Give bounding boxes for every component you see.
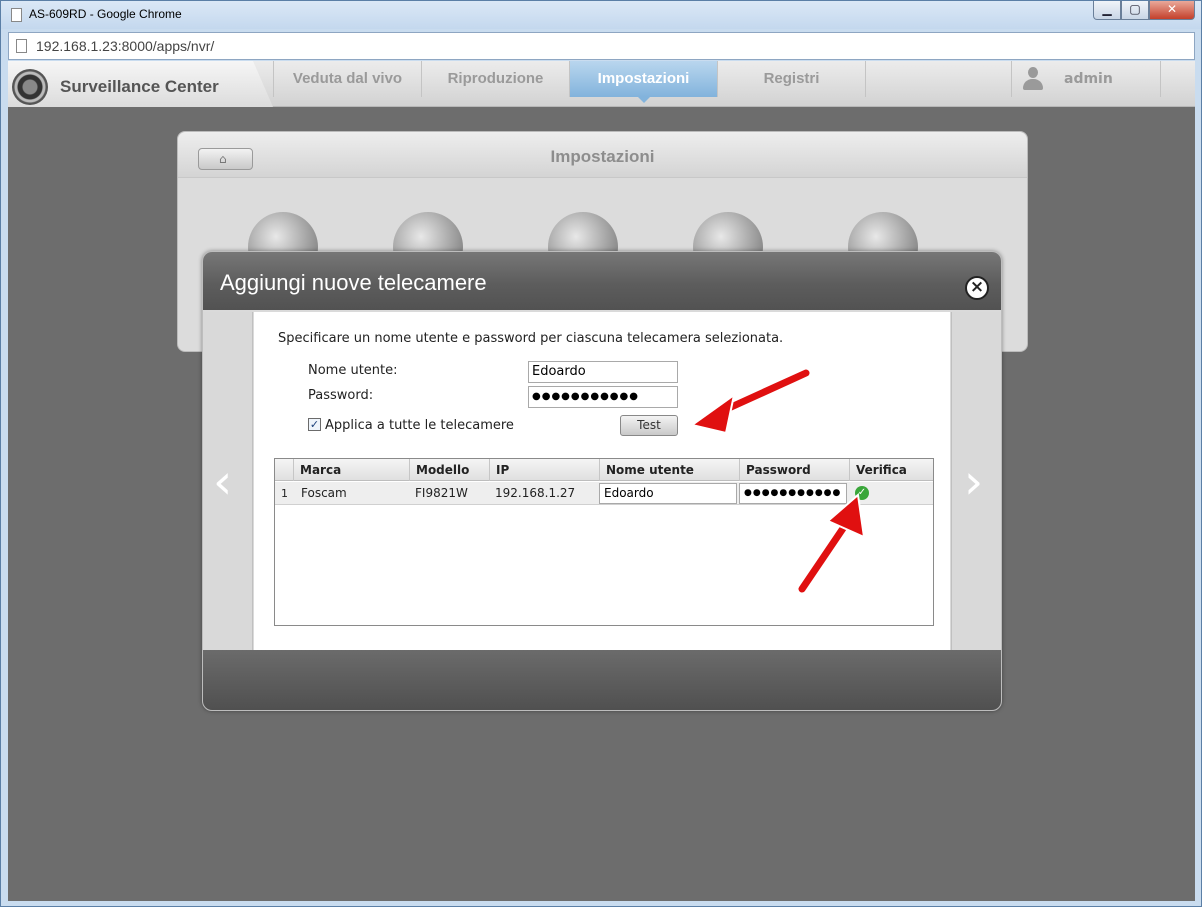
annotation-arrow-test (689, 367, 812, 435)
row-index: 1 (281, 487, 288, 500)
window-controls: ▁ ▢ ✕ (1093, 1, 1195, 20)
table-header: Marca Modello IP Nome utente Password Ve… (275, 459, 933, 481)
tab-logs[interactable]: Registri (717, 61, 865, 97)
apply-all-label[interactable]: Applica a tutte le telecamere (325, 418, 514, 433)
chevron-right-icon[interactable]: › (964, 452, 983, 512)
url-text[interactable]: 192.168.1.23:8000/apps/nvr/ (36, 38, 214, 54)
tab-live-view[interactable]: Veduta dal vivo (273, 61, 421, 97)
col-verifica[interactable]: Verifica (849, 459, 933, 481)
col-nome-utente[interactable]: Nome utente (599, 459, 739, 481)
cell-ip: 192.168.1.27 (495, 486, 576, 500)
cell-modello: FI9821W (415, 486, 468, 500)
app-logo: Surveillance Center (8, 61, 273, 107)
tab-playback[interactable]: Riproduzione (421, 61, 569, 97)
user-menu[interactable]: admin (1011, 61, 1161, 97)
maximize-button[interactable]: ▢ (1121, 1, 1149, 20)
col-marca[interactable]: Marca (293, 459, 409, 481)
tab-settings[interactable]: Impostazioni (569, 61, 717, 103)
close-dialog-icon[interactable]: × (965, 276, 989, 300)
annotation-arrow-verifica (796, 493, 866, 595)
instruction-text: Specificare un nome utente e password pe… (278, 331, 784, 346)
camera-icon (12, 69, 48, 105)
test-button[interactable]: Test (620, 415, 678, 436)
settings-panel-header: ⌂ Impostazioni (178, 132, 1027, 178)
add-cameras-dialog: Aggiungi nuove telecamere × ‹ Specificar… (202, 251, 1002, 711)
next-step-panel[interactable]: › (951, 312, 1001, 650)
dialog-header: Aggiungi nuove telecamere × (203, 252, 1001, 310)
page-icon (16, 39, 27, 53)
close-window-button[interactable]: ✕ (1149, 1, 1195, 20)
page-icon (11, 8, 22, 22)
address-bar[interactable]: 192.168.1.23:8000/apps/nvr/ (8, 32, 1195, 60)
dialog-footer (203, 650, 1001, 710)
password-label: Password: (308, 388, 374, 403)
username-input[interactable]: Edoardo (528, 361, 678, 383)
password-input[interactable]: ●●●●●●●●●●● (528, 386, 678, 408)
prev-step-panel[interactable]: ‹ (203, 312, 253, 650)
cell-username-input[interactable]: Edoardo (599, 483, 737, 504)
settings-panel-title: Impostazioni (550, 147, 655, 166)
window-title: AS-609RD - Google Chrome (29, 7, 182, 21)
dialog-title: Aggiungi nuove telecamere (220, 270, 487, 295)
top-navigation: Surveillance Center Veduta dal vivo Ripr… (8, 61, 1195, 107)
cell-marca: Foscam (301, 486, 347, 500)
title-bar: AS-609RD - Google Chrome ▁ ▢ ✕ (1, 1, 1201, 29)
username: admin (1064, 71, 1113, 87)
minimize-button[interactable]: ▁ (1093, 1, 1121, 20)
chevron-left-icon[interactable]: ‹ (213, 452, 232, 512)
apply-all-checkbox[interactable]: ✓ (308, 418, 321, 431)
col-password[interactable]: Password (739, 459, 849, 481)
col-ip[interactable]: IP (489, 459, 599, 481)
brand-name: Surveillance Center (60, 77, 219, 96)
username-label: Nome utente: (308, 363, 398, 378)
app-viewport: Surveillance Center Veduta dal vivo Ripr… (8, 61, 1195, 901)
browser-window: AS-609RD - Google Chrome ▁ ▢ ✕ 192.168.1… (0, 0, 1202, 907)
tab-empty (865, 61, 1011, 97)
user-icon (1022, 67, 1044, 91)
col-modello[interactable]: Modello (409, 459, 489, 481)
